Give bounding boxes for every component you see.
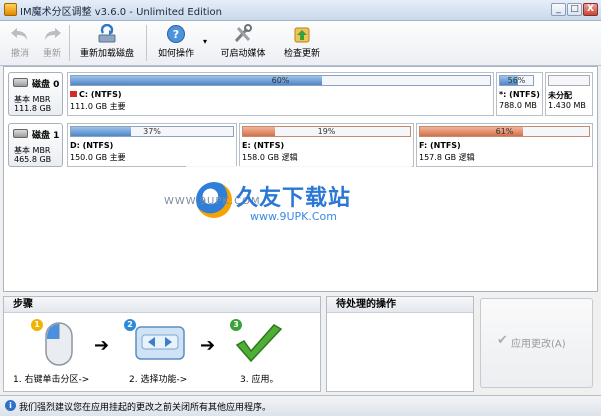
watermark: WWW.9UPK.COM 久友下载站 www.9UPK.Com [164, 166, 412, 238]
arrow-icon: ➔ [200, 335, 216, 356]
checkmark-icon [235, 324, 283, 363]
mouse-icon [45, 322, 73, 366]
step-1-label: 1. 右键单击分区-> [13, 375, 90, 385]
usage-percent: 56% [507, 76, 526, 85]
watermark-url-secondary: www.9UPK.Com [250, 210, 337, 223]
pending-operations-panel[interactable]: 待处理的操作 [326, 296, 474, 392]
undo-icon [11, 28, 27, 40]
bootable-media-button[interactable]: 可启动媒体 [214, 21, 272, 65]
partition-size: 150.0 GB 主要 [70, 153, 126, 162]
usage-percent: 61% [495, 127, 514, 136]
step-2-label: 2. 选择功能-> [129, 375, 188, 385]
info-icon: i [5, 400, 16, 411]
update-label: 检查更新 [283, 49, 320, 59]
reload-disks-button[interactable]: 重新加载磁盘 [72, 21, 142, 65]
partition-label: D: (NTFS) [70, 141, 114, 150]
usage-bar: 60% [70, 75, 491, 86]
usage-percent: 60% [271, 76, 290, 85]
howto-dropdown-icon[interactable]: ▾ [203, 37, 207, 46]
partition-label: F: (NTFS) [419, 141, 461, 150]
partition-f[interactable]: 61% F: (NTFS) 157.8 GB 逻辑 [416, 123, 593, 167]
toolbar: 撤消 重新 重新加载磁盘 ? 如何操作 ▾ 可启动媒体 检查更新 [0, 21, 601, 66]
tools-icon [234, 24, 252, 43]
disk-0-header[interactable]: 磁盘 0 基本 MBR 111.8 GB [8, 72, 63, 116]
partition-size: 157.8 GB 逻辑 [419, 153, 475, 162]
partition-label: C: (NTFS) [79, 90, 122, 99]
step-3-label: 3. 应用。 [240, 375, 279, 385]
arrow-icon: ➔ [94, 335, 110, 356]
status-bar: i 我们强烈建议您在应用挂起的更改之前关闭所有其他应用程序。 [0, 395, 601, 416]
help-icon: ? [167, 25, 185, 43]
hard-disk-icon [13, 78, 28, 87]
reload-label: 重新加载磁盘 [79, 49, 134, 59]
redo-icon [45, 28, 61, 40]
undo-label: 撤消 [10, 49, 29, 59]
partition-size: 111.0 GB 主要 [70, 102, 126, 111]
usage-bar: 37% [70, 126, 234, 137]
title-bar: IM魔术分区调整 v3.6.0 - Unlimited Edition _ □ … [0, 0, 601, 21]
disk-name: 磁盘 1 [32, 131, 60, 141]
undo-button[interactable]: 撤消 [6, 21, 34, 65]
window-title: IM魔术分区调整 v3.6.0 - Unlimited Edition [20, 7, 223, 18]
toolbar-separator [69, 25, 70, 61]
howto-button[interactable]: ? 如何操作 [151, 21, 201, 65]
partition-e[interactable]: 19% E: (NTFS) 158.0 GB 逻辑 [239, 123, 414, 167]
bootable-label: 可启动媒体 [220, 49, 266, 59]
usage-bar: 19% [242, 126, 411, 137]
usage-bar [548, 75, 590, 86]
partition-c[interactable]: 60% C: (NTFS) 111.0 GB 主要 [67, 72, 494, 116]
hard-disk-icon [13, 129, 28, 138]
app-icon [4, 3, 17, 16]
usage-bar: 61% [419, 126, 590, 137]
watermark-brand: 久友下载站 [236, 186, 352, 211]
maximize-button[interactable]: □ [567, 3, 582, 16]
partition-label: E: (NTFS) [242, 141, 285, 150]
apply-changes-button[interactable]: ✔ 应用更改(A) [480, 298, 593, 388]
apply-check-icon: ✔ [497, 333, 508, 348]
close-button[interactable]: X [583, 3, 598, 16]
partition-size: 788.0 MB [499, 101, 537, 110]
partition-label: *: (NTFS) [499, 90, 540, 99]
disk-size: 465.8 GB [14, 155, 52, 164]
active-flag-icon [70, 91, 77, 97]
partition-size: 1.430 MB [548, 101, 586, 110]
howto-label: 如何操作 [157, 49, 194, 59]
pending-title: 待处理的操作 [327, 297, 473, 313]
redo-label: 重新 [42, 49, 61, 59]
partition-unallocated[interactable]: 未分配 1.430 MB [545, 72, 593, 116]
toolbar-separator [146, 25, 147, 61]
partition-size: 158.0 GB 逻辑 [242, 153, 298, 162]
steps-title: 步骤 [4, 297, 320, 313]
steps-panel: 步骤 1 ➔ 2 ➔ 3 1. 右键单击分区-> 2. 选择功能-> 3. 应用… [3, 296, 321, 392]
partition-d[interactable]: 37% D: (NTFS) 150.0 GB 主要 [67, 123, 237, 167]
svg-text:?: ? [173, 28, 179, 41]
disk-name: 磁盘 0 [32, 80, 60, 90]
apply-label: 应用更改(A) [511, 339, 566, 350]
reload-icon [98, 24, 116, 43]
disk-size: 111.8 GB [14, 104, 52, 113]
usage-percent: 19% [317, 127, 336, 136]
partition-recovery[interactable]: 56% *: (NTFS) 788.0 MB [496, 72, 543, 116]
usage-percent: 37% [143, 127, 161, 136]
disk-1-header[interactable]: 磁盘 1 基本 MBR 465.8 GB [8, 123, 63, 167]
minimize-button[interactable]: _ [551, 3, 566, 16]
select-function-icon [135, 326, 185, 360]
usage-bar: 56% [499, 75, 534, 86]
redo-button[interactable]: 重新 [38, 21, 66, 65]
status-text: 我们强烈建议您在应用挂起的更改之前关闭所有其他应用程序。 [19, 403, 272, 413]
check-update-button[interactable]: 检查更新 [277, 21, 327, 65]
partition-label: 未分配 [548, 91, 572, 100]
update-icon [294, 27, 310, 43]
